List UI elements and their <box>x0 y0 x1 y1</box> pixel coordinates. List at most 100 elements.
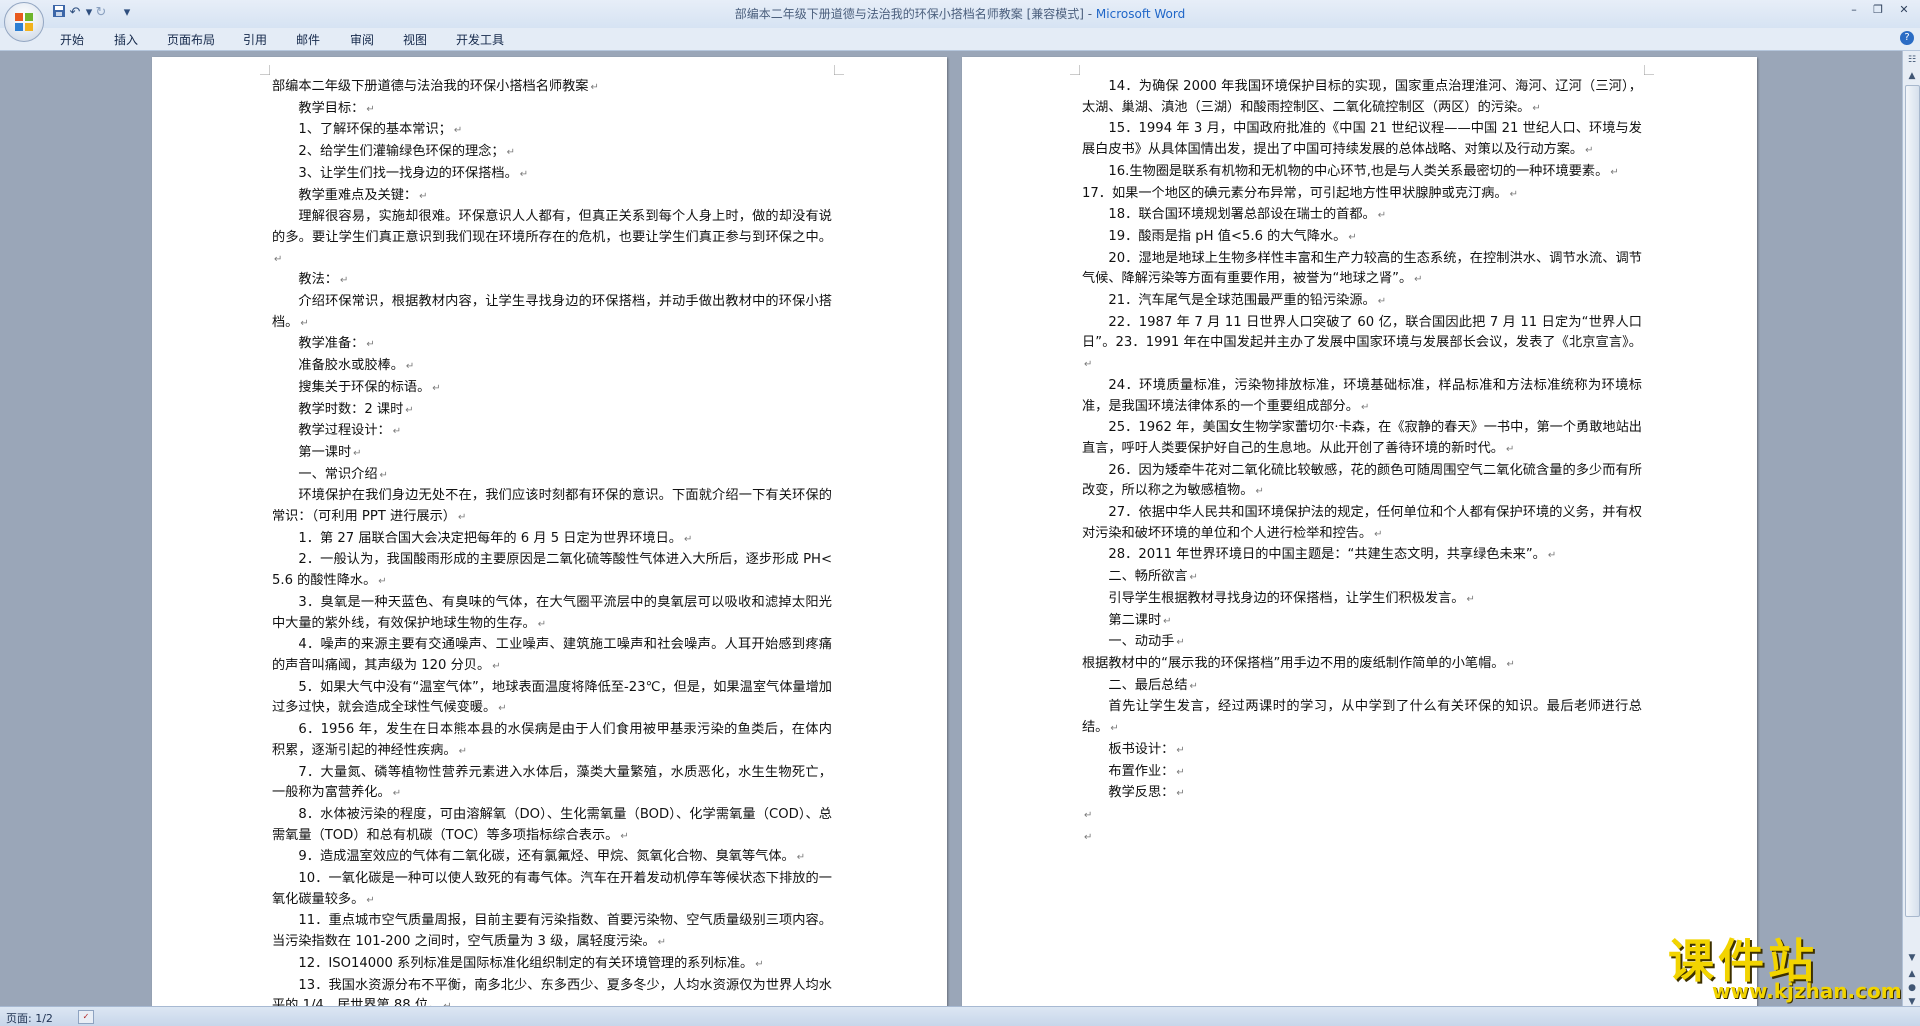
tab-review[interactable]: 审阅 <box>350 31 374 48</box>
paragraph-text: 板书设计： <box>1108 741 1175 757</box>
paragraph[interactable]: 引导学生根据教材寻找身边的环保搭档，让学生们积极发言。 ↵ <box>1082 589 1642 611</box>
paragraph[interactable]: 13．我国水资源分布不平衡，南多北少、东多西少、夏多冬少，人均水资源仅为世界人均… <box>272 976 832 1006</box>
paragraph[interactable]: 教学反思： ↵ <box>1082 783 1642 805</box>
paragraph[interactable]: 16.生物圈是联系有机物和无机物的中心环节,也是与人类关系最密切的一种环境要素。… <box>1082 162 1642 184</box>
paragraph[interactable]: ↵ <box>1082 805 1642 827</box>
paragraph[interactable]: 8．水体被污染的程度，可由溶解氧（DO）、生化需氧量（BOD）、化学需氧量（CO… <box>272 805 832 847</box>
tab-developer[interactable]: 开发工具 <box>456 31 504 48</box>
restore-icon[interactable]: ❐ <box>1868 2 1888 18</box>
paragraph[interactable]: ↵ <box>1082 827 1642 849</box>
paragraph[interactable]: 1．第 27 届联合国大会决定把每年的 6 月 5 日定为世界环境日。 ↵ <box>272 529 832 551</box>
paragraph[interactable]: 第一课时 ↵ <box>272 443 832 465</box>
paragraph[interactable]: 介绍环保常识，根据教材内容，让学生寻找身边的环保搭档，并动手做出教材中的环保小搭… <box>272 292 832 334</box>
paragraph[interactable]: 教学目标： ↵ <box>272 99 832 121</box>
paragraph[interactable]: 教学准备： ↵ <box>272 334 832 356</box>
paragraph[interactable]: 教法： ↵ <box>272 270 832 292</box>
tab-page-layout[interactable]: 页面布局 <box>167 31 215 48</box>
page-count[interactable]: 页面: 1/2 <box>6 1010 53 1026</box>
paragraph[interactable]: 教学时数：2 课时 ↵ <box>272 400 832 422</box>
paragraph[interactable]: 首先让学生发言，经过两课时的学习，从中学到了什么有关环保的知识。最后老师进行总结… <box>1082 697 1642 739</box>
paragraph-text: 教学准备： <box>298 336 365 352</box>
page-2-text[interactable]: 14．为确保 2000 年我国环境保护目标的实现，国家重点治理淮河、海河、辽河（… <box>1082 77 1642 848</box>
tab-insert[interactable]: 插入 <box>114 31 138 48</box>
document-page-2[interactable]: 14．为确保 2000 年我国环境保护目标的实现，国家重点治理淮河、海河、辽河（… <box>962 57 1757 1006</box>
paragraph-mark-icon: ↵ <box>519 168 529 180</box>
paragraph-mark-icon: ↵ <box>1163 615 1172 627</box>
paragraph[interactable]: 一、常识介绍 ↵ <box>272 465 832 487</box>
paragraph[interactable]: 17．如果一个地区的碘元素分布异常，可引起地方性甲状腺肿或克汀病。 ↵ <box>1082 184 1642 206</box>
paragraph[interactable]: 26．因为矮牵牛花对二氧化硫比较敏感，花的颜色可随周围空气二氧化硫含量的多少而有… <box>1082 461 1642 503</box>
paragraph-text: 5．如果大气中没有“温室气体”，地球表面温度将降低至-23℃，但是，如果温室气体… <box>272 679 832 716</box>
paragraph[interactable]: 根据教材中的“展示我的环保搭档”用手边不用的废纸制作简单的小笔帽。 ↵ <box>1082 654 1642 676</box>
paragraph[interactable]: 24．环境质量标准，污染物排放标准，环境基础标准，样品标准和方法标准统称为环境标… <box>1082 376 1642 418</box>
paragraph-mark-icon: ↵ <box>1509 188 1518 200</box>
scroll-down-icon[interactable]: ▼ <box>1905 951 1919 965</box>
paragraph[interactable]: 11．重点城市空气质量周报，目前主要有污染指数、首要污染物、空气质量级别三项内容… <box>272 911 832 953</box>
paragraph[interactable]: 3．臭氧是一种天蓝色、有臭味的气体，在大气圈平流层中的臭氧层可以吸收和滤掉太阳光… <box>272 593 832 635</box>
paragraph[interactable]: 1、了解环保的基本常识； ↵ <box>272 120 832 142</box>
paragraph[interactable]: 搜集关于环保的标语。 ↵ <box>272 378 832 400</box>
paragraph[interactable]: 第二课时 ↵ <box>1082 611 1642 633</box>
paragraph[interactable]: 2．一般认为，我国酸雨形成的主要原因是二氧化硫等酸性气体进入大所后，逐步形成 P… <box>272 550 832 592</box>
paragraph[interactable]: 22．1987 年 7 月 11 日世界人口突破了 60 亿，联合国因此把 7 … <box>1082 313 1642 376</box>
paragraph[interactable]: 教学重难点及关键： ↵ <box>272 186 832 208</box>
paragraph[interactable]: 一、动动手 ↵ <box>1082 632 1642 654</box>
paragraph[interactable]: 19．酸雨是指 pH 值<5.6 的大气降水。 ↵ <box>1082 227 1642 249</box>
paragraph[interactable]: 28．2011 年世界环境日的中国主题是：“共建生态文明，共享绿色未来”。 ↵ <box>1082 545 1642 567</box>
watermark-url: www.kjzhan.com <box>1712 979 1902 1003</box>
scroll-up-icon[interactable]: ▲ <box>1905 69 1919 83</box>
scroll-thumb[interactable] <box>1905 85 1920 917</box>
paragraph[interactable]: 10．一氧化碳是一种可以使人致死的有毒气体。汽车在开着发动机停车等候状态下排放的… <box>272 869 832 911</box>
paragraph-text: 2．一般认为，我国酸雨形成的主要原因是二氧化硫等酸性气体进入大所后，逐步形成 P… <box>272 552 832 589</box>
paragraph[interactable]: 5．如果大气中没有“温室气体”，地球表面温度将降低至-23℃，但是，如果温室气体… <box>272 678 832 720</box>
paragraph[interactable]: 15．1994 年 3 月，中国政府批准的《中国 21 世纪议程——中国 21 … <box>1082 119 1642 161</box>
browse-object-icon[interactable]: ● <box>1905 981 1919 995</box>
paragraph-text: 7．大量氮、磷等植物性营养元素进入水体后，藻类大量繁殖，水质恶化，水生生物死亡，… <box>272 764 832 801</box>
vertical-scrollbar[interactable]: ☷ ▲ ▼ ▲ ● ▼ <box>1902 51 1920 1007</box>
close-icon[interactable]: ✕ <box>1894 2 1914 18</box>
paragraph[interactable]: 部编本二年级下册道德与法治我的环保小搭档名师教案 ↵ <box>272 77 832 99</box>
help-icon[interactable]: ? <box>1900 31 1914 45</box>
paragraph[interactable]: 板书设计： ↵ <box>1082 740 1642 762</box>
previous-page-icon[interactable]: ▲ <box>1905 967 1919 981</box>
paragraph[interactable]: 14．为确保 2000 年我国环境保护目标的实现，国家重点治理淮河、海河、辽河（… <box>1082 77 1642 119</box>
paragraph[interactable]: 4．噪声的来源主要有交通噪声、工业噪声、建筑施工噪声和社会噪声。人耳开始感到疼痛… <box>272 635 832 677</box>
paragraph[interactable]: 理解很容易，实施却很难。环保意识人人都有，但真正关系到每个人身上时，做的却没有说… <box>272 207 832 270</box>
paragraph[interactable]: 布置作业： ↵ <box>1082 762 1642 784</box>
paragraph[interactable]: 27．依据中华人民共和国环境保护法的规定，任何单位和个人都有保护环境的义务，并有… <box>1082 503 1642 545</box>
proofing-icon[interactable]: ✓ <box>78 1010 94 1024</box>
paragraph[interactable]: 二、畅所欲言 ↵ <box>1082 567 1642 589</box>
ruler-toggle-icon[interactable]: ☷ <box>1905 53 1919 67</box>
paragraph[interactable]: 21．汽车尾气是全球范围最严重的铅污染源。 ↵ <box>1082 291 1642 313</box>
document-workspace[interactable]: 部编本二年级下册道德与法治我的环保小搭档名师教案 ↵ 教学目标： ↵ 1、了解环保的基本… <box>0 51 1902 1006</box>
paragraph[interactable]: 7．大量氮、磷等植物性营养元素进入水体后，藻类大量繁殖，水质恶化，水生生物死亡，… <box>272 763 832 805</box>
tab-home[interactable]: 开始 <box>60 31 84 48</box>
margin-corner-mark <box>834 65 844 75</box>
paragraph-mark-icon: ↵ <box>274 253 283 265</box>
office-button[interactable] <box>4 2 44 42</box>
paragraph-text: 教学时数：2 课时 <box>298 401 404 417</box>
paragraph[interactable]: 18．联合国环境规划署总部设在瑞士的首都。 ↵ <box>1082 205 1642 227</box>
page-1-text[interactable]: 部编本二年级下册道德与法治我的环保小搭档名师教案 ↵ 教学目标： ↵ 1、了解环保的基本… <box>272 77 832 1006</box>
tab-mailings[interactable]: 邮件 <box>296 31 320 48</box>
paragraph[interactable]: 教学过程设计： ↵ <box>272 421 832 443</box>
paragraph[interactable]: 9．造成温室效应的气体有二氧化碳，还有氯氟烃、甲烷、氮氧化合物、臭氧等气体。 ↵ <box>272 847 832 869</box>
paragraph[interactable]: 3、让学生们找一找身边的环保搭档。 ↵ <box>272 164 832 186</box>
paragraph[interactable]: 环境保护在我们身边无处不在，我们应该时刻都有环保的意识。下面就介绍一下有关环保的… <box>272 486 832 528</box>
paragraph[interactable]: 25．1962 年，美国女生物学家蕾切尔·卡森，在《寂静的春天》一书中，第一个勇… <box>1082 418 1642 460</box>
paragraph-mark-icon: ↵ <box>432 382 441 394</box>
paragraph[interactable]: 6．1956 年，发生在日本熊本县的水俣病是由于人们食用被甲基汞污染的鱼类后，在… <box>272 720 832 762</box>
document-page-1[interactable]: 部编本二年级下册道德与法治我的环保小搭档名师教案 ↵ 教学目标： ↵ 1、了解环保的基本… <box>152 57 947 1006</box>
tab-view[interactable]: 视图 <box>403 31 427 48</box>
minimize-icon[interactable]: – <box>1844 2 1864 18</box>
paragraph[interactable]: 2、给学生们灌输绿色环保的理念； ↵ <box>272 142 832 164</box>
paragraph-mark-icon: ↵ <box>657 937 666 949</box>
tab-references[interactable]: 引用 <box>243 31 267 48</box>
paragraph[interactable]: 12．ISO14000 系列标准是国际标准化组织制定的有关环境管理的系列标准。 ↵ <box>272 954 832 976</box>
paragraph[interactable]: 20．湿地是地球上生物多样性丰富和生产力较高的生态系统，在控制洪水、调节水流、调… <box>1082 249 1642 291</box>
paragraph[interactable]: 二、最后总结 ↵ <box>1082 676 1642 698</box>
paragraph-text: 25．1962 年，美国女生物学家蕾切尔·卡森，在《寂静的春天》一书中，第一个勇… <box>1082 420 1642 456</box>
paragraph-text: 一、动动手 <box>1108 634 1175 650</box>
office-logo-icon <box>15 13 33 31</box>
paragraph[interactable]: 准备胶水或胶棒。 ↵ <box>272 356 832 378</box>
